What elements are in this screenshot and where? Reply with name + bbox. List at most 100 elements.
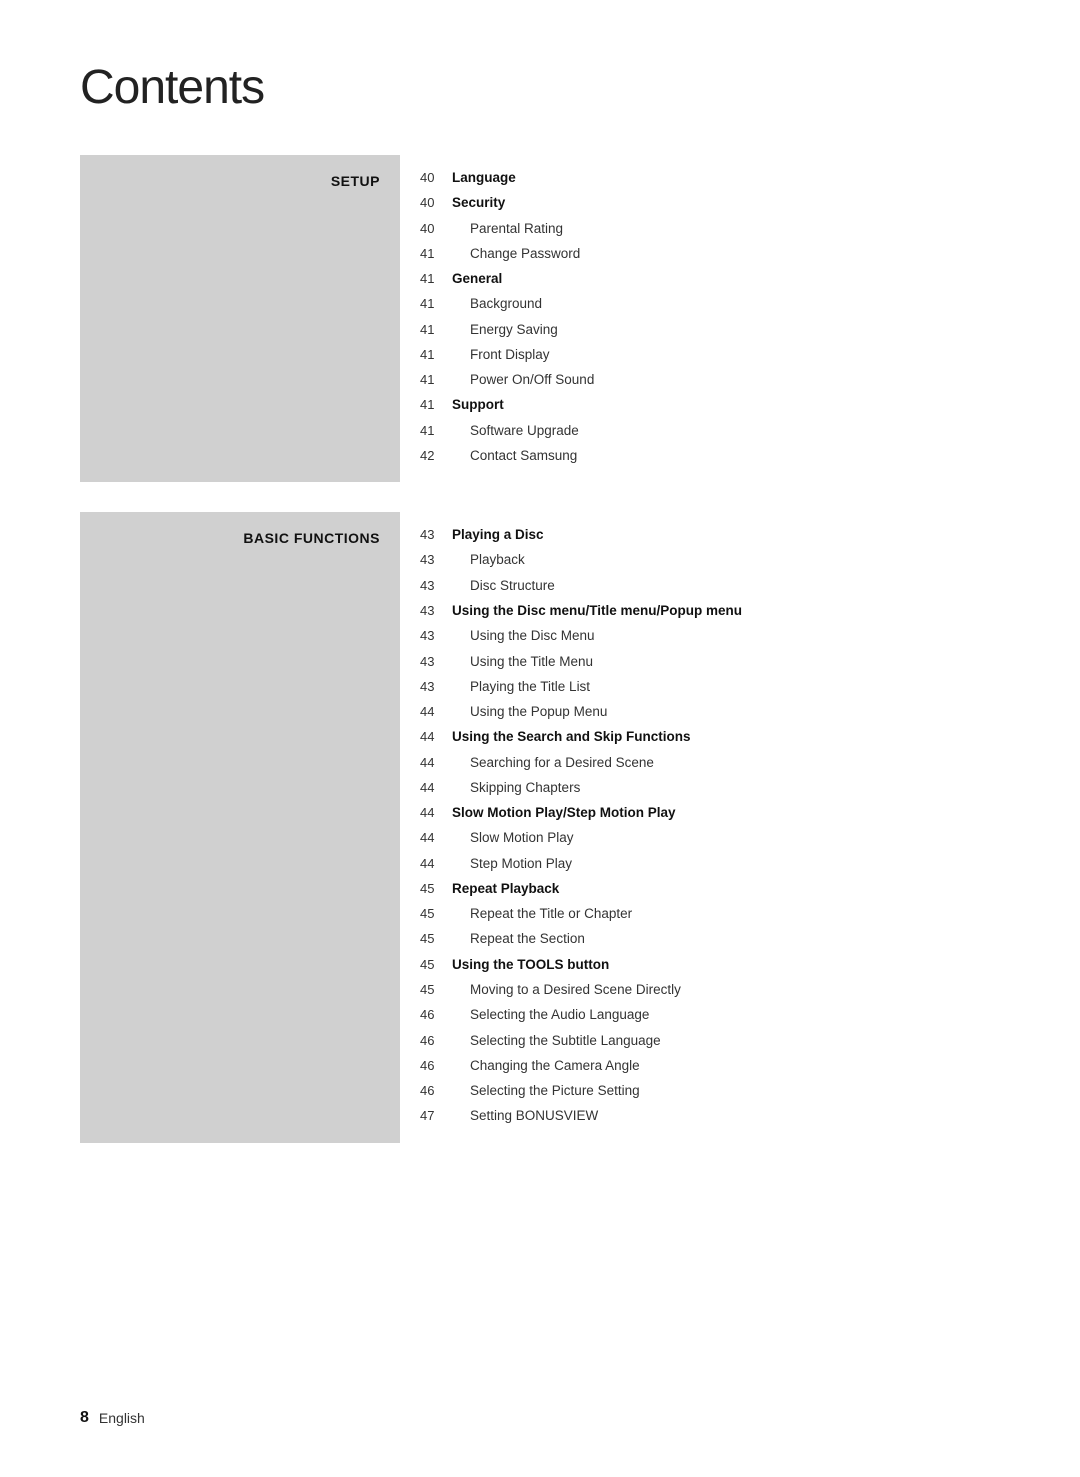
section-basic-functions: BASIC FUNCTIONS43Playing a Disc43Playbac… bbox=[80, 512, 1000, 1142]
toc-entry: 41Background bbox=[420, 293, 1000, 315]
toc-page-number: 45 bbox=[420, 928, 452, 949]
toc-page-number: 41 bbox=[420, 369, 452, 390]
toc-page-number: 43 bbox=[420, 651, 452, 672]
footer: 8 English bbox=[80, 1409, 145, 1427]
section-label-setup: SETUP bbox=[331, 173, 380, 189]
toc-entry-text: Software Upgrade bbox=[452, 420, 579, 442]
toc-entry: 46Selecting the Picture Setting bbox=[420, 1080, 1000, 1102]
toc-entry: 40Security bbox=[420, 192, 1000, 214]
toc-entry-text: Playing the Title List bbox=[452, 676, 590, 698]
toc-entry: 44Slow Motion Play bbox=[420, 827, 1000, 849]
section-label-box-setup: SETUP bbox=[80, 155, 400, 482]
toc-entry-text: Repeat Playback bbox=[452, 878, 559, 900]
toc-entry: 43Using the Disc Menu bbox=[420, 625, 1000, 647]
toc-page-number: 41 bbox=[420, 394, 452, 415]
toc-page-number: 45 bbox=[420, 903, 452, 924]
toc-entry-text: Using the Disc menu/Title menu/Popup men… bbox=[452, 600, 742, 622]
toc-entry-text: Using the TOOLS button bbox=[452, 954, 609, 976]
toc-entry: 44Using the Search and Skip Functions bbox=[420, 726, 1000, 748]
footer-page-number: 8 bbox=[80, 1409, 89, 1427]
toc-page-number: 43 bbox=[420, 676, 452, 697]
toc-entry: 43Using the Title Menu bbox=[420, 651, 1000, 673]
toc-entry-text: Security bbox=[452, 192, 505, 214]
toc-entry: 40Parental Rating bbox=[420, 218, 1000, 240]
toc-page-number: 46 bbox=[420, 1055, 452, 1076]
toc-page-number: 41 bbox=[420, 344, 452, 365]
toc-entry-text: Skipping Chapters bbox=[452, 777, 580, 799]
toc-entry: 41Change Password bbox=[420, 243, 1000, 265]
toc-entry: 41General bbox=[420, 268, 1000, 290]
toc-page-number: 42 bbox=[420, 445, 452, 466]
toc-entry-text: General bbox=[452, 268, 502, 290]
toc-entry: 44Using the Popup Menu bbox=[420, 701, 1000, 723]
toc-entry-text: Changing the Camera Angle bbox=[452, 1055, 640, 1077]
toc-page-number: 45 bbox=[420, 979, 452, 1000]
toc-entry-text: Step Motion Play bbox=[452, 853, 572, 875]
toc-entry-text: Front Display bbox=[452, 344, 550, 366]
toc-page-number: 41 bbox=[420, 420, 452, 441]
toc-entry: 40Language bbox=[420, 167, 1000, 189]
section-label-box-basic-functions: BASIC FUNCTIONS bbox=[80, 512, 400, 1142]
toc-entry: 43Using the Disc menu/Title menu/Popup m… bbox=[420, 600, 1000, 622]
toc-entry-text: Repeat the Title or Chapter bbox=[452, 903, 632, 925]
toc-page-number: 43 bbox=[420, 575, 452, 596]
toc-page-number: 40 bbox=[420, 192, 452, 213]
toc-page-number: 41 bbox=[420, 268, 452, 289]
toc-entry-text: Disc Structure bbox=[452, 575, 555, 597]
toc-entry-text: Contact Samsung bbox=[452, 445, 577, 467]
toc-page-number: 46 bbox=[420, 1030, 452, 1051]
toc-entry: 42Contact Samsung bbox=[420, 445, 1000, 467]
page-title: Contents bbox=[80, 60, 1000, 115]
toc-entry-text: Slow Motion Play bbox=[452, 827, 574, 849]
toc-entry: 41Support bbox=[420, 394, 1000, 416]
section-label-basic-functions: BASIC FUNCTIONS bbox=[243, 530, 380, 546]
toc-page-number: 46 bbox=[420, 1004, 452, 1025]
toc-entry: 45Repeat Playback bbox=[420, 878, 1000, 900]
toc-entry-text: Background bbox=[452, 293, 542, 315]
toc-page-number: 44 bbox=[420, 853, 452, 874]
toc-page-number: 46 bbox=[420, 1080, 452, 1101]
toc-entry-text: Power On/Off Sound bbox=[452, 369, 594, 391]
toc-page-number: 40 bbox=[420, 218, 452, 239]
toc-entry-text: Selecting the Audio Language bbox=[452, 1004, 649, 1026]
toc-page-number: 41 bbox=[420, 319, 452, 340]
toc-entry: 43Playback bbox=[420, 549, 1000, 571]
toc-page-number: 44 bbox=[420, 701, 452, 722]
toc-entry-text: Setting BONUSVIEW bbox=[452, 1105, 598, 1127]
footer-language: English bbox=[99, 1410, 145, 1426]
toc-entry-text: Parental Rating bbox=[452, 218, 563, 240]
toc-entry: 46Selecting the Subtitle Language bbox=[420, 1030, 1000, 1052]
toc-page-number: 41 bbox=[420, 243, 452, 264]
toc-entry: 41Power On/Off Sound bbox=[420, 369, 1000, 391]
toc-entry: 43Playing the Title List bbox=[420, 676, 1000, 698]
toc-entry: 46Changing the Camera Angle bbox=[420, 1055, 1000, 1077]
toc-entry-text: Language bbox=[452, 167, 516, 189]
toc-page-number: 44 bbox=[420, 827, 452, 848]
toc-entry: 45Using the TOOLS button bbox=[420, 954, 1000, 976]
toc-entry-text: Moving to a Desired Scene Directly bbox=[452, 979, 681, 1001]
toc-entry: 41Software Upgrade bbox=[420, 420, 1000, 442]
toc-entry-text: Playback bbox=[452, 549, 525, 571]
toc-entry-text: Repeat the Section bbox=[452, 928, 585, 950]
toc-entry-text: Using the Popup Menu bbox=[452, 701, 607, 723]
toc-page-number: 43 bbox=[420, 625, 452, 646]
toc-page-number: 47 bbox=[420, 1105, 452, 1126]
toc-entry: 44Step Motion Play bbox=[420, 853, 1000, 875]
toc-entry: 47Setting BONUSVIEW bbox=[420, 1105, 1000, 1127]
toc-entry-text: Using the Title Menu bbox=[452, 651, 593, 673]
section-setup: SETUP40Language40Security40Parental Rati… bbox=[80, 155, 1000, 482]
toc-entry: 43Playing a Disc bbox=[420, 524, 1000, 546]
toc-entry: 45Repeat the Title or Chapter bbox=[420, 903, 1000, 925]
toc-entry: 46Selecting the Audio Language bbox=[420, 1004, 1000, 1026]
toc-page-number: 44 bbox=[420, 752, 452, 773]
toc-entry-text: Using the Disc Menu bbox=[452, 625, 595, 647]
toc-entry: 44Skipping Chapters bbox=[420, 777, 1000, 799]
toc-page-number: 44 bbox=[420, 726, 452, 747]
toc-entry: 41Energy Saving bbox=[420, 319, 1000, 341]
toc-page-number: 45 bbox=[420, 878, 452, 899]
section-content-setup: 40Language40Security40Parental Rating41C… bbox=[400, 155, 1000, 482]
toc-entry-text: Playing a Disc bbox=[452, 524, 544, 546]
toc-entry: 45Moving to a Desired Scene Directly bbox=[420, 979, 1000, 1001]
toc-page-number: 41 bbox=[420, 293, 452, 314]
toc-page-number: 43 bbox=[420, 600, 452, 621]
